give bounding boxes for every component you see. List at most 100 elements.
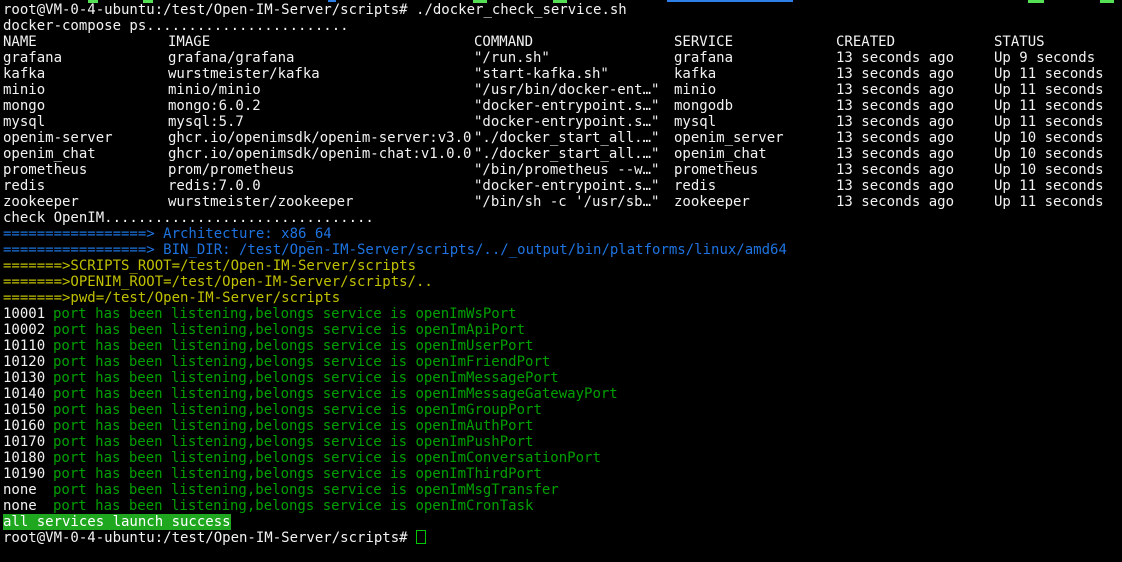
port-status-line: none port has been listening,belongs ser…	[3, 482, 37, 498]
port-message-text: port has been listening,belongs service …	[53, 354, 415, 370]
port-message-text: port has been listening,belongs service …	[53, 498, 415, 514]
cell-created: 13 seconds ago	[836, 114, 954, 130]
port-service-name: openImMessagePort	[415, 370, 558, 386]
cell-created: 13 seconds ago	[836, 146, 954, 162]
port-service-name: openImMessageGatewayPort	[415, 386, 617, 402]
col-header-image: IMAGE	[168, 34, 210, 50]
cell-command: "docker-entrypoint.s…"	[474, 98, 659, 114]
port-status-line: none port has been listening,belongs ser…	[3, 498, 37, 514]
cell-status: Up 11 seconds	[994, 82, 1104, 98]
compose-command-line: docker-compose ps.......................…	[3, 18, 349, 34]
port-message-text: port has been listening,belongs service …	[53, 450, 415, 466]
port-status-line: 10002 port has been listening,belongs se…	[3, 322, 37, 338]
port-number: 10110	[3, 338, 45, 354]
cell-status: Up 11 seconds	[994, 114, 1104, 130]
success-banner: all services launch success	[3, 514, 231, 530]
cell-service: prometheus	[674, 162, 758, 178]
cell-image: minio/minio	[168, 82, 261, 98]
table-row: zookeeper wurstmeister/zookeeper "/bin/s…	[3, 194, 37, 210]
cell-created: 13 seconds ago	[836, 66, 954, 82]
port-message: port has been listening,belongs service …	[53, 354, 550, 370]
scrollback-fragment	[1100, 0, 1114, 3]
pwd-line: =======>pwd=/test/Open-IM-Server/scripts	[3, 290, 340, 306]
table-row: mongo mongo:6.0.2 "docker-entrypoint.s…"…	[3, 98, 37, 114]
port-message: port has been listening,belongs service …	[53, 418, 533, 434]
port-service-name: openImGroupPort	[415, 402, 541, 418]
cell-command: "/bin/prometheus --w…"	[474, 162, 659, 178]
table-header-row: NAME IMAGE COMMAND SERVICE CREATED STATU…	[3, 34, 37, 50]
cell-service: openim_server	[674, 130, 784, 146]
terminal-line: check OpenIM............................…	[3, 210, 374, 226]
port-service-name: openImPushPort	[415, 434, 533, 450]
cell-name: grafana	[3, 50, 62, 66]
architecture-line: =================> Architecture: x86_64	[3, 226, 332, 242]
port-number: 10130	[3, 370, 45, 386]
col-header-service: SERVICE	[674, 34, 733, 50]
col-header-status: STATUS	[994, 34, 1045, 50]
port-number: 10190	[3, 466, 45, 482]
port-status-line: 10190 port has been listening,belongs se…	[3, 466, 37, 482]
port-status-line: 10160 port has been listening,belongs se…	[3, 418, 37, 434]
port-service-name: openImAuthPort	[415, 418, 533, 434]
cell-command: "./docker_start_all.…"	[474, 130, 659, 146]
terminal-screen[interactable]: root@VM-0-4-ubuntu:/test/Open-IM-Server/…	[0, 0, 1122, 542]
port-message: port has been listening,belongs service …	[53, 386, 618, 402]
cell-service: zookeeper	[674, 194, 750, 210]
cell-image: prom/prometheus	[168, 162, 294, 178]
table-row: redis redis:7.0.0 "docker-entrypoint.s…"…	[3, 178, 37, 194]
cell-service: grafana	[674, 50, 733, 66]
cell-status: Up 11 seconds	[994, 66, 1104, 82]
terminal-line: docker-compose ps.......................…	[3, 18, 349, 34]
cell-image: ghcr.io/openimsdk/openim-chat:v1.0.0	[168, 146, 471, 162]
port-message-text: port has been listening,belongs service …	[53, 306, 415, 322]
spacer	[408, 530, 416, 546]
col-header-created: CREATED	[836, 34, 895, 50]
terminal-line: all services launch success	[3, 514, 231, 530]
cell-service: mysql	[674, 114, 716, 130]
cell-image: ghcr.io/openimsdk/openim-server:v3.0	[168, 130, 471, 146]
port-status-line: 10110 port has been listening,belongs se…	[3, 338, 37, 354]
cell-status: Up 10 seconds	[994, 162, 1104, 178]
port-status-line: 10130 port has been listening,belongs se…	[3, 370, 37, 386]
executed-command: ./docker_check_service.sh	[416, 2, 627, 18]
port-number: 10001	[3, 306, 45, 322]
scrollback-fragment	[667, 0, 793, 2]
cell-name: minio	[3, 82, 45, 98]
cell-command: "/run.sh"	[474, 50, 550, 66]
port-number: 10180	[3, 450, 45, 466]
port-number: 10150	[3, 402, 45, 418]
port-number: 10170	[3, 434, 45, 450]
port-status-line: 10140 port has been listening,belongs se…	[3, 386, 37, 402]
port-message-text: port has been listening,belongs service …	[53, 434, 415, 450]
port-message: port has been listening,belongs service …	[53, 338, 533, 354]
cell-image: mysql:5.7	[168, 114, 244, 130]
port-service-name: openImCronTask	[415, 498, 533, 514]
port-message-text: port has been listening,belongs service …	[53, 402, 415, 418]
port-number: 10140	[3, 386, 45, 402]
table-row: openim_chat ghcr.io/openimsdk/openim-cha…	[3, 146, 37, 162]
table-row: prometheus prom/prometheus "/bin/prometh…	[3, 162, 37, 178]
cell-service: minio	[674, 82, 716, 98]
cell-created: 13 seconds ago	[836, 194, 954, 210]
port-service-name: openImApiPort	[415, 322, 525, 338]
col-header-command: COMMAND	[474, 34, 533, 50]
port-message: port has been listening,belongs service …	[53, 450, 601, 466]
cell-service: kafka	[674, 66, 716, 82]
port-message-text: port has been listening,belongs service …	[53, 466, 415, 482]
cell-service: mongodb	[674, 98, 733, 114]
table-row: minio minio/minio "/usr/bin/docker-ent…"…	[3, 82, 37, 98]
cell-name: prometheus	[3, 162, 87, 178]
table-row: mysql mysql:5.7 "docker-entrypoint.s…" m…	[3, 114, 37, 130]
port-status-line: 10001 port has been listening,belongs se…	[3, 306, 37, 322]
cell-command: "start-kafka.sh"	[474, 66, 609, 82]
cell-name: openim_chat	[3, 146, 96, 162]
openim-root-line: =======>OPENIM_ROOT=/test/Open-IM-Server…	[3, 274, 433, 290]
cell-status: Up 11 seconds	[994, 178, 1104, 194]
cell-image: mongo:6.0.2	[168, 98, 261, 114]
port-message: port has been listening,belongs service …	[53, 370, 559, 386]
check-openim-line: check OpenIM............................…	[3, 210, 374, 226]
shell-prompt: root@VM-0-4-ubuntu:/test/Open-IM-Server/…	[3, 2, 408, 18]
cell-status: Up 11 seconds	[994, 194, 1104, 210]
cell-command: "./docker_start_all.…"	[474, 146, 659, 162]
cell-image: redis:7.0.0	[168, 178, 261, 194]
